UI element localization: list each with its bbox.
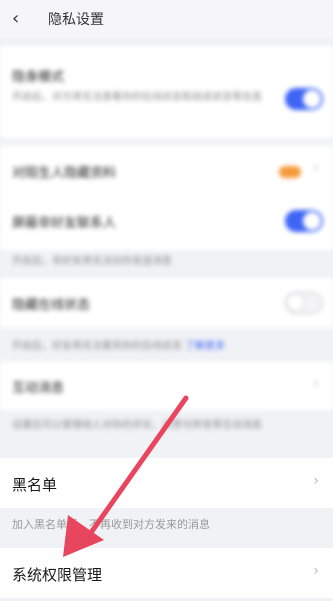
hide-online-label: 隐藏在线状态: [12, 298, 91, 313]
system-permissions-label: 系统权限管理: [12, 566, 103, 584]
chevron-right-icon: ›: [313, 375, 319, 391]
back-icon[interactable]: ‹: [12, 8, 19, 29]
hide-online-desc: 开启后，好友将无法看到你的在线状态 了解更多: [12, 339, 225, 354]
page-title: 隐私设置: [48, 12, 104, 28]
top-bar: ‹ 隐私设置: [0, 0, 333, 38]
stealth-mode-desc: 开启后，对方将无法查看你的在线状态和阅读状态等信息: [12, 92, 262, 103]
privacy-card: 对陌生人隐藏资料 › 屏蔽非好友联系人: [0, 146, 333, 250]
blacklist-desc: 加入黑名单后，不再收到对方发来的消息: [12, 518, 210, 531]
hide-online-desc-text: 开启后，好友将无法看到你的在线状态: [12, 341, 182, 352]
stealth-mode-toggle[interactable]: [285, 88, 323, 110]
system-permissions-row[interactable]: 系统权限管理 ›: [0, 548, 333, 598]
chevron-right-icon: ›: [313, 160, 319, 176]
interaction-label: 互动消息: [12, 381, 65, 396]
block-strangers-desc: 开启后，非好友将无法向你发送消息: [12, 256, 172, 267]
hide-profile-label: 对陌生人隐藏资料: [12, 166, 117, 181]
new-badge: [279, 166, 301, 178]
blacklist-label: 黑名单: [12, 476, 58, 494]
hide-online-toggle[interactable]: [285, 292, 323, 314]
stealth-mode-card[interactable]: 隐身模式 开启后，对方将无法查看你的在线状态和阅读状态等信息: [0, 46, 333, 138]
interaction-desc: 设置后可以管理他人对你的评论、点赞与转发等互动消息: [12, 420, 262, 431]
interaction-card[interactable]: 互动消息 ›: [0, 362, 333, 410]
hide-online-card[interactable]: 隐藏在线状态: [0, 278, 333, 328]
blurred-settings: 隐身模式 开启后，对方将无法查看你的在线状态和阅读状态等信息 对陌生人隐藏资料 …: [0, 38, 333, 450]
block-strangers-label: 屏蔽非好友联系人: [12, 216, 117, 231]
chevron-right-icon: ›: [313, 563, 319, 579]
chevron-right-icon: ›: [313, 473, 319, 489]
learn-more-link[interactable]: 了解更多: [185, 341, 225, 352]
block-strangers-toggle[interactable]: [285, 210, 323, 232]
blacklist-row[interactable]: 黑名单 ›: [0, 458, 333, 508]
stealth-mode-label: 隐身模式: [12, 70, 65, 85]
